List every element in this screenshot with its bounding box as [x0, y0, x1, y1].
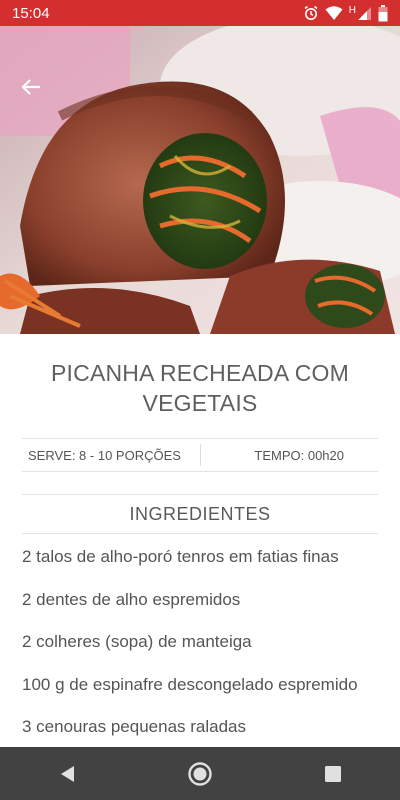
- status-bar: 15:04 H: [0, 0, 400, 26]
- wifi-icon: [325, 5, 343, 21]
- nav-recents-button[interactable]: [313, 754, 353, 794]
- network-label: H: [348, 4, 356, 16]
- recipe-content: PICANHA RECHEADA COM VEGETAIS SERVE: 8 -…: [0, 334, 400, 736]
- battery-icon: [378, 4, 388, 22]
- navigation-bar: [0, 747, 400, 800]
- ingredient-item: 2 colheres (sopa) de manteiga: [22, 632, 252, 651]
- arrow-left-icon: [21, 79, 40, 95]
- ingredient-item: 2 talos de alho-poró tenros em fatias fi…: [22, 547, 339, 566]
- recents-nav-icon: [325, 765, 342, 782]
- recipe-info-row: SERVE: 8 - 10 PORÇÕES TEMPO: 00h20: [22, 438, 378, 472]
- ingredients-header: INGREDIENTES: [22, 494, 378, 534]
- back-button[interactable]: [14, 70, 48, 104]
- ingredient-item: 100 g de espinafre descongelado espremid…: [22, 674, 358, 694]
- alarm-icon: [303, 5, 319, 21]
- signal-icon: [358, 5, 372, 21]
- recipe-title: PICANHA RECHEADA COM VEGETAIS: [51, 360, 349, 416]
- ingredient-list: 2 talos de alho-poró tenros em fatias fi…: [22, 544, 382, 757]
- nav-back-button[interactable]: [47, 754, 87, 794]
- time-label: TEMPO: 00h20: [254, 447, 344, 463]
- nav-home-button[interactable]: [180, 754, 220, 794]
- ingredient-item: 2 dentes de alho espremidos: [22, 589, 241, 609]
- status-time: 15:04: [12, 4, 50, 22]
- status-icons: H: [303, 4, 388, 22]
- recipe-photo: [0, 26, 400, 334]
- home-nav-icon: [188, 761, 212, 786]
- back-nav-icon: [60, 765, 74, 782]
- serves-label: SERVE: 8 - 10 PORÇÕES: [28, 447, 181, 463]
